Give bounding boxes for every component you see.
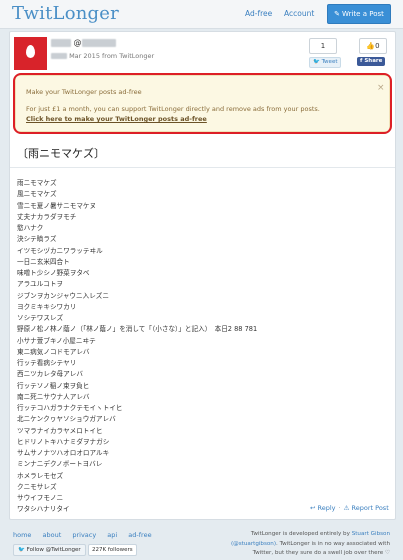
thumbs-up-icon: 👍 (366, 42, 376, 50)
credit-author-link[interactable]: Stuart Gibson (352, 531, 390, 537)
pencil-icon: ✎ (334, 10, 340, 18)
poem-line: ツマラナイカラヤメロトイヒ (17, 426, 103, 435)
poem-line: 行ッテコハガラナクテモイヽトイヒ (17, 404, 123, 412)
footer-credits: TwitLonger is developed entirely by Stua… (220, 530, 390, 559)
facebook-share-label: Share (364, 58, 383, 64)
like-count: 1 (309, 38, 337, 54)
at-sign: @ (73, 38, 82, 47)
poem-line: 東ニ病気ノコドモアレバ (17, 347, 90, 356)
facebook-count: 0 (375, 42, 380, 50)
display-name-redacted (51, 38, 71, 47)
poem-line: 小サナ萱ブキノ小屋ニヰテ (17, 336, 96, 345)
poem-line: ジブンヲカンジャウニ入レズニ (17, 291, 109, 300)
follow-twitlonger-button[interactable]: 🐦 Follow @TwitLonger (13, 544, 86, 556)
facebook-icon: f (360, 58, 363, 64)
poem-line: 西ニツカレタ母アレバ (17, 370, 83, 379)
facebook-share-button[interactable]: f Share (357, 57, 386, 66)
ad-free-notice: Make your TwitLonger posts ad-free For j… (13, 73, 392, 134)
twitter-bird-icon: 🐦 (18, 547, 25, 553)
user-line: @ (51, 38, 116, 47)
poem-line: ホメラレモセズ (17, 471, 64, 480)
tweet-button[interactable]: 🐦 Tweet (309, 57, 342, 68)
twitter-bird-icon: 🐦 (313, 59, 320, 65)
write-post-button[interactable]: ✎ Write a Post (327, 4, 391, 24)
poem-line: 雪ニモ夏ノ暑サニモマケヌ (17, 201, 97, 210)
credit-text-3: Twitter, but they sure do a swell job ov… (252, 550, 390, 556)
date-redacted (51, 53, 67, 59)
credit-text-1: TwitLonger is developed entirely by (250, 531, 350, 537)
poem-line: 北ニケンクヮヤソショウガアレバ (17, 415, 116, 424)
divider (10, 167, 395, 168)
poem-line: 行ッテ看病シテヤリ (17, 359, 77, 367)
poem-line: 一日ニ玄米四合ト (17, 257, 70, 266)
poem-line: 味噌ト少シノ野菜ヲタベ (17, 269, 90, 277)
username-redacted[interactable] (81, 38, 116, 47)
reply-link[interactable]: Reply (318, 504, 336, 512)
poem-line: イツモシヅカニワラッテヰル (17, 246, 103, 255)
footer-link-home[interactable]: home (13, 531, 31, 539)
post-meta: Mar 2015 from TwitLonger (51, 52, 154, 60)
post-actions: ↩ Reply · ⚠ Report Post (310, 504, 389, 512)
tweet-label: Tweet (321, 59, 338, 65)
footer-link-privacy[interactable]: privacy (72, 531, 96, 539)
poem-line: クニモサレズ (17, 482, 57, 491)
poem-line: 行ッテソノ稲ノ束ヲ負ヒ (17, 381, 90, 390)
nav-link-ad-free[interactable]: Ad-free (245, 9, 272, 18)
credit-text-2: . TwitLonger is in no way associated wit… (276, 540, 390, 547)
follow-label: Follow @TwitLonger (26, 547, 81, 553)
post-meta-text: Mar 2015 from TwitLonger (69, 52, 155, 60)
poem-line: ヒドリノトキハナミダヲナガシ (17, 437, 110, 446)
follower-count: 227K followers (88, 544, 137, 556)
facebook-like-box[interactable]: 👍0 (359, 38, 387, 54)
top-navbar: TwitLonger Ad-free Account ✎ Write a Post (0, 0, 403, 29)
poem-line: 雨ニモマケズ (17, 179, 57, 187)
poem-line: 南ニ死ニサウナ人アレバ (17, 392, 90, 401)
poem-line: アラユルコトヲ (17, 280, 64, 289)
footer-links: home about privacy api ad-free (13, 531, 161, 539)
highlight-outline (13, 73, 392, 134)
nav-link-account[interactable]: Account (284, 9, 314, 18)
post-body: 雨ニモマケズ 風ニモマケズ 雪ニモ夏ノ暑サニモマケヌ 丈夫ナカラダヲモチ 慾ハナ… (17, 178, 389, 516)
avatar[interactable] (14, 37, 47, 70)
poem-line: 決シテ瞋ラズ (17, 235, 57, 244)
egg-icon (26, 45, 35, 58)
ad-notice-body: For just £1 a month, you can support Twi… (26, 105, 320, 113)
ad-free-link[interactable]: Click here to make your TwitLonger posts… (26, 115, 207, 123)
post-title: 〔雨ニモマケズ〕 (17, 147, 105, 160)
footer-link-about[interactable]: about (43, 531, 62, 539)
poem-line: ソシテワスレズ (17, 314, 64, 322)
poem-line: 野原ノ松ノ林ノ蔭ノ（「林ノ蔭ノ」を消して「（小さな）」と記入） 本日2 88 7… (17, 325, 258, 334)
write-post-label: Write a Post (342, 10, 384, 18)
warning-icon: ⚠ (343, 504, 350, 512)
poem-line: ミンナニデクノボートヨバレ (17, 460, 103, 469)
poem-line: 丈夫ナカラダヲモチ (17, 212, 77, 221)
ad-notice-title: Make your TwitLonger posts ad-free (26, 88, 142, 96)
separator: · (338, 504, 341, 512)
poem-line: 慾ハナク (17, 224, 44, 232)
poem-line: サウイフモノニ (17, 494, 64, 502)
close-icon[interactable]: × (377, 83, 385, 93)
post-card: @ Mar 2015 from TwitLonger 1 🐦 Tweet 👍0 … (9, 31, 396, 520)
poem-line: サムサノナツハオロオロアルキ (17, 449, 110, 457)
report-post-link[interactable]: Report Post (352, 504, 389, 512)
footer-link-ad-free[interactable]: ad-free (128, 531, 151, 539)
credit-handle-link[interactable]: (@stuartgibson) (231, 541, 276, 547)
poem-line: ヨクミキキシワカリ (17, 302, 77, 311)
reply-icon: ↩ (310, 504, 316, 512)
poem-line: 風ニモマケズ (17, 190, 57, 199)
footer-link-api[interactable]: api (107, 531, 117, 539)
twitlonger-logo[interactable]: TwitLonger (12, 3, 119, 24)
